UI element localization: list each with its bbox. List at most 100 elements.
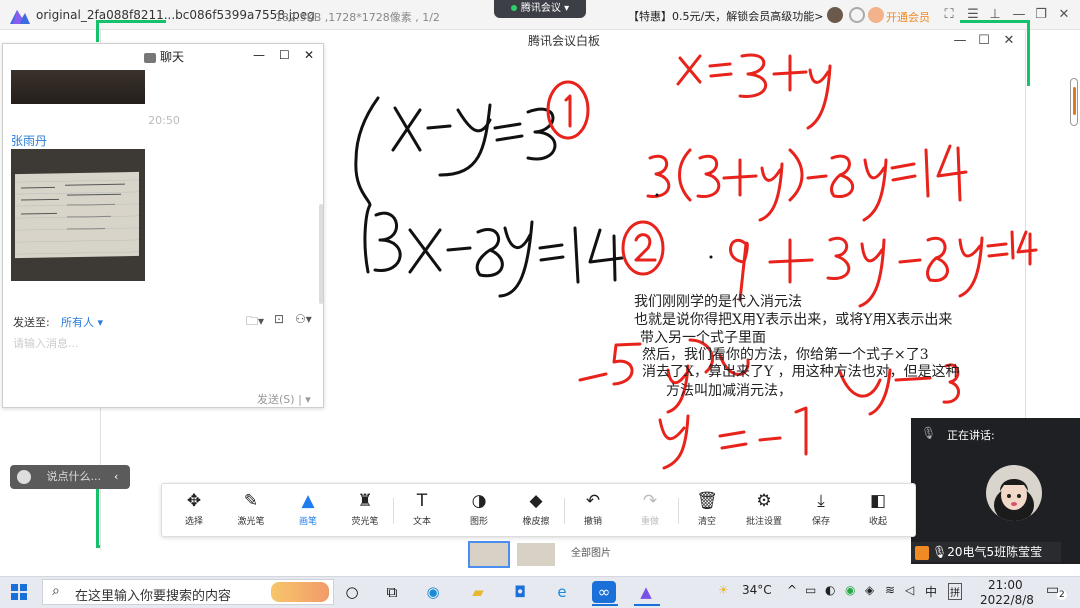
file-info: 182.5KB ,1728*1728像素 , 1/2	[275, 11, 440, 24]
clock-time[interactable]: 21:00	[988, 578, 1023, 592]
cortana-icon[interactable]: ○	[340, 581, 364, 603]
chat-previous-image[interactable]	[11, 70, 145, 104]
text-label: 文本	[412, 517, 431, 527]
screen-share-frame-right-top	[1027, 20, 1030, 86]
speaking-header: 正在讲话:	[947, 429, 995, 442]
user-avatar[interactable]	[827, 7, 843, 23]
pen-icon: ▲	[301, 491, 315, 511]
tool-annotate-settings-button[interactable]: ⚙ 批注设置	[738, 490, 790, 534]
pen-label: 画笔	[298, 517, 317, 527]
image-viewer-app-icon	[10, 10, 30, 24]
typed-text-line-5: 消去了X，算出来了Y ，用这种方法也对，但是这种	[642, 364, 960, 380]
vip-badge-icon[interactable]	[868, 7, 884, 23]
windows-start-icon[interactable]	[11, 584, 27, 600]
show-hidden-icons-chevron[interactable]: ^	[787, 583, 797, 597]
chat-minimize-icon[interactable]: —	[253, 48, 265, 62]
screen-share-frame-top-right	[960, 20, 1030, 23]
tool-undo-button[interactable]: ↶ 撤销	[567, 490, 619, 534]
laser-icon: ✎	[243, 491, 259, 511]
chat-window[interactable]: 聊天 — ☐ ✕ 20:50 张雨丹 发送至: 所有人 ▾ 🗀▾ ⊡ ⚇▾ 请输…	[2, 43, 324, 408]
emoji-icon[interactable]	[17, 470, 31, 484]
weather-temp[interactable]: 34°C	[742, 583, 772, 597]
chat-homework-photo[interactable]	[11, 149, 145, 281]
tool-highlighter-button[interactable]: ♜ 荧光笔	[339, 490, 391, 534]
tool-shape-button[interactable]: ◑ 图形	[453, 490, 505, 534]
open-vip-link[interactable]: 开通会员	[886, 9, 930, 25]
folder-icon[interactable]: 🗀▾	[246, 312, 264, 333]
chat-scrollbar[interactable]	[319, 204, 323, 304]
shape-label: 图形	[469, 517, 488, 527]
speaker-nameplate: 🎙20电气5班陈莹莹	[911, 542, 1061, 562]
task-view-icon[interactable]: ⧉	[380, 581, 404, 603]
tray-icon-2[interactable]: ◐	[825, 583, 835, 597]
tool-redo-button[interactable]: ↷ 重做	[624, 490, 676, 534]
annotate-settings-label: 批注设置	[745, 517, 782, 527]
thumbnail-2[interactable]	[515, 541, 557, 568]
tool-clear-button[interactable]: 🗑 清空	[681, 490, 733, 534]
whiteboard-toolbar: ✥ 选择 ✎ 激光笔 ▲ 画笔 ♜ 荧光笔 T 文本 ◑ 图形 ◆ 橡皮擦 ↶ 撤销 ↷ 重做 🗑 清空 ⚙ 批注设置 ⤓ 保…	[161, 483, 916, 537]
chat-timestamp: 20:50	[148, 114, 180, 127]
chat-title: 聊天	[159, 50, 184, 64]
chat-close-icon[interactable]: ✕	[304, 48, 314, 62]
recording-dot-icon	[510, 5, 517, 11]
store-icon[interactable]: ◘	[508, 581, 532, 603]
quick-comment-input[interactable]: 说点什么...	[47, 470, 102, 483]
tool-save-button[interactable]: ⤓ 保存	[795, 490, 847, 534]
tool-eraser-button[interactable]: ◆ 橡皮擦	[510, 490, 562, 534]
file-name: original_2fa088f8211...bc086f5399a7558.j…	[36, 8, 315, 22]
image-viewer-taskbar-icon[interactable]: ▲	[634, 581, 658, 603]
quick-comment-bar[interactable]: 说点什么... ‹	[10, 465, 130, 489]
settings-icon[interactable]	[849, 7, 865, 23]
redo-icon: ↷	[642, 491, 658, 511]
eraser-label: 橡皮擦	[522, 517, 550, 527]
send-button[interactable]: 发送(S) | ▾	[257, 391, 311, 407]
collapse-chevron-icon[interactable]: ‹	[114, 465, 118, 489]
scrollbar-thumb[interactable]	[1072, 87, 1076, 115]
vip-promo-link[interactable]: 【特惠】0.5元/天，解锁会员高级功能>	[628, 8, 823, 24]
tray-icon-4[interactable]: ◈	[865, 583, 874, 597]
file-explorer-icon[interactable]: ▰	[466, 581, 490, 603]
ime-language[interactable]: 中	[925, 583, 937, 600]
close-icon[interactable]: ✕	[1055, 6, 1073, 24]
highlighter-label: 荧光笔	[351, 517, 379, 527]
meeting-status-pill[interactable]: 腾讯会议 ▾	[494, 0, 586, 18]
wifi-icon[interactable]: ≋	[885, 583, 895, 597]
typed-text-line-1: 我们刚刚学的是代入消元法	[634, 294, 802, 310]
mic-icon: 🎙	[932, 545, 948, 559]
typed-text-line-2: 也就是说你得把X用Y表示出来，或将Y用X表示出来	[634, 312, 953, 328]
typed-text-line-6: 方法叫加减消元法，	[666, 383, 792, 399]
clock-date[interactable]: 2022/8/8	[980, 593, 1034, 607]
screenshot-icon[interactable]: ⊡	[274, 312, 284, 326]
ime-mode[interactable]: 拼	[948, 583, 962, 600]
whiteboard-close-icon[interactable]: ✕	[1000, 32, 1018, 50]
restore-icon[interactable]: ❐	[1032, 6, 1050, 24]
ie-browser-icon[interactable]: e	[550, 581, 574, 603]
weather-icon[interactable]: ☀	[718, 583, 729, 597]
member-icon[interactable]: ⚇▾	[295, 312, 312, 326]
thumbnail-1[interactable]	[468, 541, 510, 568]
tray-icon-1[interactable]: ▭	[805, 583, 816, 597]
speaker-volume-icon[interactable]: ◁	[905, 583, 914, 597]
tool-text-button[interactable]: T 文本	[396, 490, 448, 534]
edge-browser-icon[interactable]: ◉	[421, 581, 445, 603]
tool-select-button[interactable]: ✥ 选择	[168, 490, 220, 534]
tool-laser-button[interactable]: ✎ 激光笔	[225, 490, 277, 534]
taskbar-search-box[interactable]: ⌕ 在这里输入你要搜索的内容	[42, 579, 334, 605]
fullscreen-icon[interactable]: ⛶	[940, 6, 958, 24]
collapse-label: 收起	[868, 517, 887, 527]
chat-title-bar: 聊天	[3, 44, 325, 70]
whiteboard-minimize-icon[interactable]: —	[951, 32, 969, 50]
clear-label: 清空	[697, 517, 716, 527]
save-icon: ⤓	[817, 491, 825, 511]
toolbar-separator	[393, 498, 394, 524]
tray-icon-3[interactable]: ◉	[845, 583, 855, 597]
chat-maximize-icon[interactable]: ☐	[279, 48, 290, 62]
send-to-select[interactable]: 所有人 ▾	[61, 314, 103, 330]
tool-pen-button[interactable]: ▲ 画笔	[282, 490, 334, 534]
chat-message-input[interactable]: 请输入消息...	[13, 335, 79, 351]
whiteboard-maximize-icon[interactable]: ☐	[975, 32, 993, 50]
all-pictures-link[interactable]: 全部图片	[571, 544, 611, 559]
viewer-scrollbar[interactable]	[1070, 78, 1078, 126]
tool-collapse-button[interactable]: ◧ 收起	[852, 490, 904, 534]
tencent-meeting-icon[interactable]: ∞	[592, 581, 616, 603]
